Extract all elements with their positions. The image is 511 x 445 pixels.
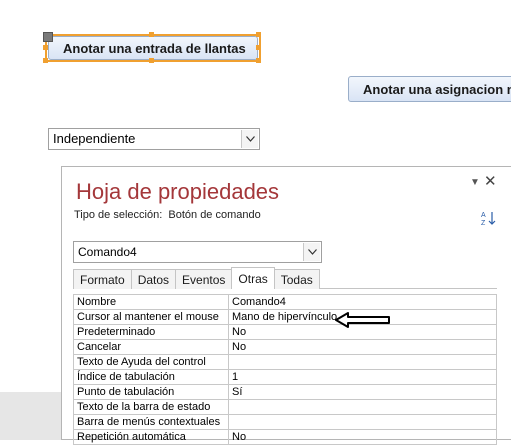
property-row: Nombre Comando4 bbox=[73, 294, 497, 310]
anotar-asignacion-button[interactable]: Anotar una asignacion nu bbox=[348, 76, 511, 102]
left-arrow-icon bbox=[334, 311, 392, 332]
property-name: Punto de tabulación bbox=[73, 384, 229, 400]
chevron-down-icon[interactable] bbox=[241, 130, 258, 148]
property-row: Texto de Ayuda del control bbox=[73, 354, 497, 370]
anotar-asignacion-label: Anotar una asignacion nu bbox=[363, 81, 511, 97]
property-sheet: ▼ ✕ Hoja de propiedades Tipo de selecció… bbox=[61, 166, 511, 445]
property-row: Punto de tabulación Sí bbox=[73, 384, 497, 400]
property-name: Texto de la barra de estado bbox=[73, 399, 229, 415]
property-sheet-title: Hoja de propiedades bbox=[76, 179, 280, 204]
tab-todas[interactable]: Todas bbox=[273, 269, 320, 289]
independiente-combo[interactable]: Independiente bbox=[48, 128, 260, 150]
property-row: Repetición automática No bbox=[73, 429, 497, 445]
property-name: Nombre bbox=[73, 294, 229, 310]
property-row: Predeterminado No bbox=[73, 324, 497, 340]
property-name: Índice de tabulación bbox=[73, 369, 229, 385]
pane-menu-icon[interactable]: ▼ bbox=[470, 177, 480, 188]
close-icon[interactable]: ✕ bbox=[484, 172, 497, 190]
property-value[interactable]: No bbox=[228, 429, 497, 445]
anotar-llantas-button[interactable]: Anotar una entrada de llantas bbox=[48, 36, 258, 60]
property-row: Cancelar No bbox=[73, 339, 497, 355]
svg-text:Z: Z bbox=[481, 220, 486, 226]
property-value[interactable] bbox=[228, 354, 497, 370]
tab-otras[interactable]: Otras bbox=[231, 267, 275, 289]
resize-handle-top-right[interactable] bbox=[256, 32, 261, 37]
tab-formato[interactable]: Formato bbox=[73, 269, 132, 289]
property-value[interactable] bbox=[228, 414, 497, 430]
svg-text:A: A bbox=[481, 212, 486, 219]
property-tabs: Formato Datos Eventos Otras Todas bbox=[73, 267, 320, 289]
anotar-llantas-label: Anotar una entrada de llantas bbox=[63, 40, 246, 56]
sort-icon[interactable]: A Z bbox=[481, 210, 497, 229]
tab-datos[interactable]: Datos bbox=[130, 269, 177, 289]
property-value[interactable]: 1 bbox=[228, 369, 497, 385]
property-name: Cancelar bbox=[73, 339, 229, 355]
object-select-combo[interactable]: Comando4 bbox=[73, 241, 322, 263]
resize-handle-top[interactable] bbox=[149, 32, 154, 37]
property-name: Texto de Ayuda del control bbox=[73, 354, 229, 370]
property-name: Repetición automática bbox=[73, 429, 229, 445]
property-value[interactable] bbox=[228, 399, 497, 415]
property-name: Barra de menús contextuales bbox=[73, 414, 229, 430]
selection-type-line: Tipo de selección: Botón de comando bbox=[74, 209, 261, 221]
combo-value: Independiente bbox=[53, 131, 136, 146]
property-row: Índice de tabulación 1 bbox=[73, 369, 497, 385]
property-name: Predeterminado bbox=[73, 324, 229, 340]
selection-type-value: Botón de comando bbox=[168, 209, 261, 221]
property-value[interactable]: Comando4 bbox=[228, 294, 497, 310]
chevron-down-icon[interactable] bbox=[303, 243, 320, 261]
property-grid: Nombre Comando4 Cursor al mantener el mou… bbox=[73, 294, 497, 445]
tab-eventos[interactable]: Eventos bbox=[175, 269, 233, 289]
resize-handle-bottom[interactable] bbox=[149, 58, 154, 63]
property-value[interactable]: Sí bbox=[228, 384, 497, 400]
property-value[interactable]: No bbox=[228, 339, 497, 355]
property-row: Texto de la barra de estado bbox=[73, 399, 497, 415]
resize-handle-left[interactable] bbox=[43, 45, 48, 50]
resize-handle-right[interactable] bbox=[256, 45, 261, 50]
move-handle[interactable] bbox=[43, 32, 53, 42]
object-select-value: Comando4 bbox=[78, 245, 137, 259]
selection-type-label: Tipo de selección: bbox=[74, 209, 163, 221]
property-name: Cursor al mantener el mouse bbox=[73, 309, 229, 325]
property-row: Barra de menús contextuales bbox=[73, 414, 497, 430]
resize-handle-bottom-left[interactable] bbox=[43, 58, 48, 63]
resize-handle-bottom-right[interactable] bbox=[256, 58, 261, 63]
property-row: Cursor al mantener el mouse Mano de hiper… bbox=[73, 309, 497, 325]
